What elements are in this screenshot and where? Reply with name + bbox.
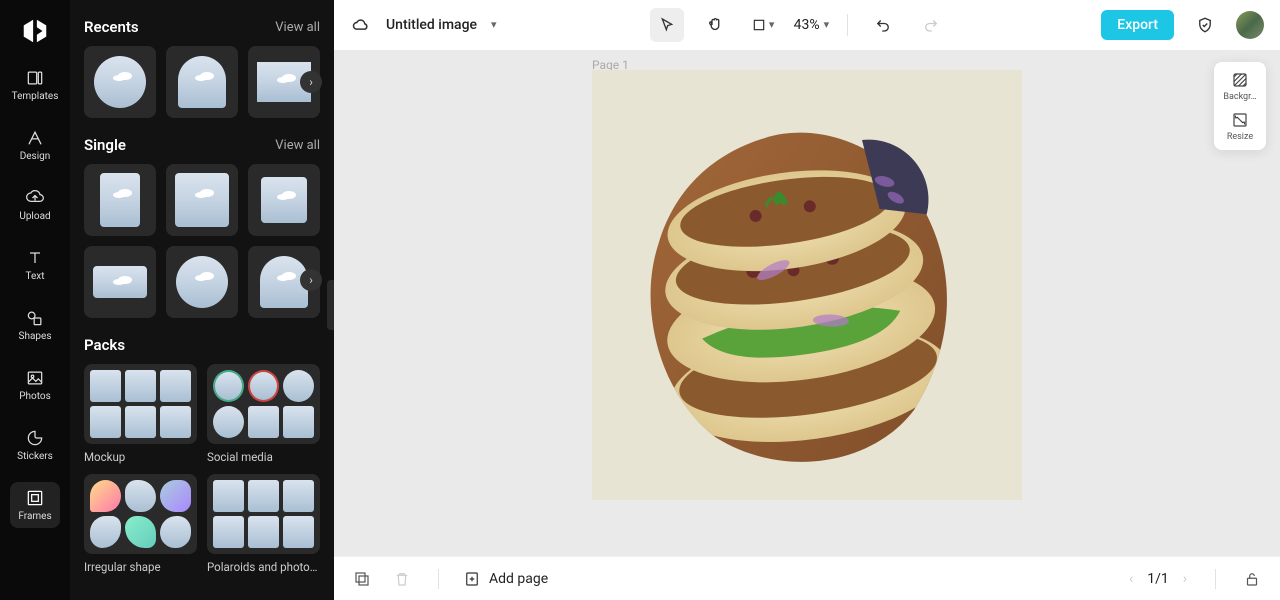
single-thumbs: › xyxy=(84,164,320,318)
frame-thumb[interactable] xyxy=(166,164,238,236)
title-chevron-icon[interactable]: ▾ xyxy=(491,18,497,31)
app-logo[interactable] xyxy=(18,14,52,48)
crop-tool[interactable]: ▾ xyxy=(746,8,780,42)
text-icon xyxy=(25,248,45,268)
templates-icon xyxy=(25,68,45,88)
nav-shapes-label: Shapes xyxy=(19,331,52,342)
recents-thumbs: › xyxy=(84,46,320,118)
document-title[interactable]: Untitled image xyxy=(386,17,477,33)
frame-thumb[interactable] xyxy=(84,46,156,118)
select-tool[interactable] xyxy=(650,8,684,42)
nav-photos[interactable]: Photos xyxy=(10,362,60,408)
background-label: Backgr… xyxy=(1218,92,1262,102)
frame-thumb[interactable] xyxy=(166,246,238,318)
nav-upload[interactable]: Upload xyxy=(10,182,60,228)
packs-grid: Mockup Social media Irregular shape Pola… xyxy=(84,364,320,574)
shapes-icon xyxy=(25,308,45,328)
resize-label: Resize xyxy=(1218,132,1262,142)
frame-thumb[interactable] xyxy=(84,246,156,318)
shield-icon[interactable] xyxy=(1188,8,1222,42)
framed-image[interactable] xyxy=(637,125,957,465)
bottombar: Add page ‹ 1/1 › xyxy=(334,556,1280,600)
panel-collapse-handle[interactable] xyxy=(327,280,334,330)
nav-templates-label: Templates xyxy=(12,91,59,102)
redo-button xyxy=(914,8,948,42)
trash-button xyxy=(390,567,414,591)
layers-button[interactable] xyxy=(350,567,374,591)
nav-text-label: Text xyxy=(25,271,44,282)
single-view-all[interactable]: View all xyxy=(275,138,320,153)
recents-view-all[interactable]: View all xyxy=(275,20,320,35)
hand-tool[interactable] xyxy=(698,8,732,42)
canvas-page[interactable] xyxy=(592,70,1022,500)
upload-icon xyxy=(25,188,45,208)
prev-page-button: ‹ xyxy=(1125,567,1137,591)
scroll-right-icon[interactable]: › xyxy=(300,71,322,93)
frame-thumb[interactable] xyxy=(248,164,320,236)
next-page-button: › xyxy=(1179,567,1191,591)
packs-header: Packs xyxy=(84,336,320,354)
nav-frames-label: Frames xyxy=(18,511,51,522)
pack-item[interactable]: Social media xyxy=(207,364,320,464)
background-button[interactable]: Backgr… xyxy=(1216,70,1264,102)
nav-shapes[interactable]: Shapes xyxy=(10,302,60,348)
pack-label: Mockup xyxy=(84,450,197,464)
recents-header: Recents View all xyxy=(84,18,320,36)
packs-title: Packs xyxy=(84,336,125,354)
zoom-level[interactable]: 43% ▾ xyxy=(794,17,830,33)
nav-design[interactable]: Design xyxy=(10,122,60,168)
design-icon xyxy=(25,128,45,148)
nav-photos-label: Photos xyxy=(19,391,51,402)
pack-item[interactable]: Irregular shape xyxy=(84,474,197,574)
frames-panel: Recents View all › Single View all › Pac… xyxy=(70,0,334,600)
pack-label: Social media xyxy=(207,450,320,464)
frame-thumb[interactable] xyxy=(84,164,156,236)
export-button[interactable]: Export xyxy=(1101,10,1174,40)
pager-text: 1/1 xyxy=(1147,571,1169,587)
single-header: Single View all xyxy=(84,136,320,154)
pack-item[interactable]: Mockup xyxy=(84,364,197,464)
nav-text[interactable]: Text xyxy=(10,242,60,288)
resize-button[interactable]: Resize xyxy=(1216,110,1264,142)
nav-stickers-label: Stickers xyxy=(17,451,53,462)
canvas-viewport[interactable]: Page 1 xyxy=(334,50,1280,556)
cloud-sync-icon[interactable] xyxy=(350,14,372,36)
scroll-right-icon[interactable]: › xyxy=(300,269,322,291)
single-title: Single xyxy=(84,136,126,154)
frame-thumb[interactable] xyxy=(166,46,238,118)
pack-item[interactable]: Polaroids and photo f… xyxy=(207,474,320,574)
pack-label: Irregular shape xyxy=(84,560,197,574)
main-area: Untitled image ▾ ▾ 43% ▾ Export Page 1 xyxy=(334,0,1280,600)
photos-icon xyxy=(25,368,45,388)
user-avatar[interactable] xyxy=(1236,11,1264,39)
undo-button[interactable] xyxy=(866,8,900,42)
nav-stickers[interactable]: Stickers xyxy=(10,422,60,468)
right-tools-panel: Backgr… Resize xyxy=(1214,62,1266,150)
nav-rail: Templates Design Upload Text Shapes Phot… xyxy=(0,0,70,600)
chevron-down-icon: ▾ xyxy=(769,18,775,31)
add-page-label: Add page xyxy=(489,571,548,587)
nav-templates[interactable]: Templates xyxy=(10,62,60,108)
recents-title: Recents xyxy=(84,18,139,36)
nav-upload-label: Upload xyxy=(19,211,50,222)
add-page-button[interactable]: Add page xyxy=(463,570,548,588)
topbar: Untitled image ▾ ▾ 43% ▾ Export xyxy=(334,0,1280,50)
pack-label: Polaroids and photo f… xyxy=(207,560,320,574)
pager: ‹ 1/1 › xyxy=(1125,567,1191,591)
chevron-down-icon: ▾ xyxy=(824,18,830,31)
add-page-icon xyxy=(463,570,481,588)
background-icon xyxy=(1230,70,1250,90)
resize-icon xyxy=(1230,110,1250,130)
frames-icon xyxy=(25,488,45,508)
nav-frames[interactable]: Frames xyxy=(10,482,60,528)
zoom-value: 43% xyxy=(794,17,820,33)
lock-button[interactable] xyxy=(1240,567,1264,591)
nav-design-label: Design xyxy=(20,151,51,162)
stickers-icon xyxy=(25,428,45,448)
